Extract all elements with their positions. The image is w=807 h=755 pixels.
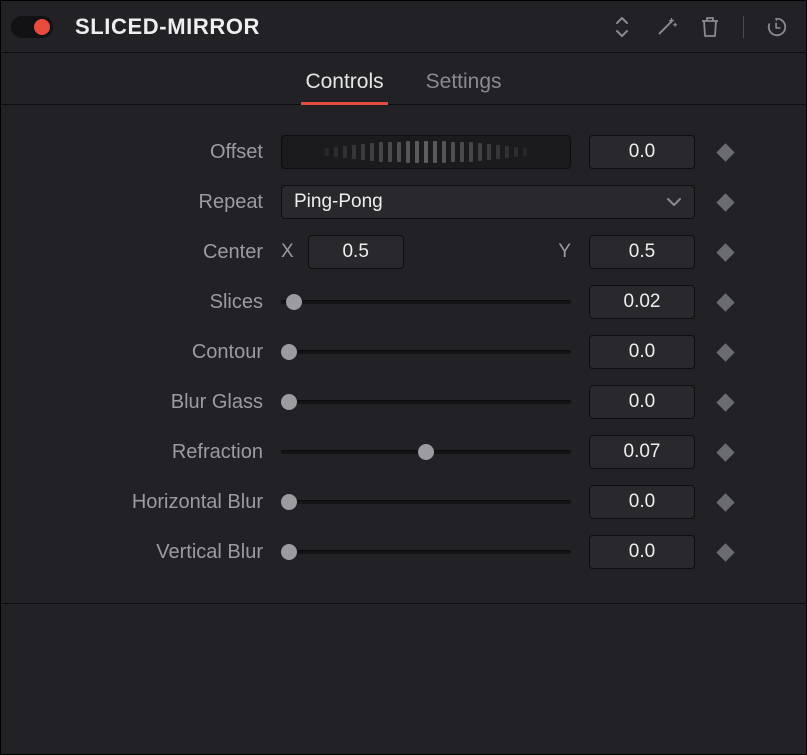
vertical-blur-value[interactable]: 0.0 — [589, 535, 695, 569]
row-contour: Contour 0.0 — [1, 327, 806, 377]
inspector-header: SLICED-MIRROR — [1, 1, 806, 53]
chevron-down-icon — [666, 197, 682, 207]
row-refraction: Refraction 0.07 — [1, 427, 806, 477]
slices-label: Slices — [1, 291, 281, 314]
center-y-value[interactable]: 0.5 — [589, 235, 695, 269]
contour-slider[interactable] — [281, 342, 571, 362]
horizontal-blur-value[interactable]: 0.0 — [589, 485, 695, 519]
vertical-blur-slider[interactable] — [281, 542, 571, 562]
reset-icon[interactable] — [766, 16, 788, 38]
contour-label: Contour — [1, 341, 281, 364]
row-vertical-blur: Vertical Blur 0.0 — [1, 527, 806, 577]
horizontal-blur-slider[interactable] — [281, 492, 571, 512]
slices-slider[interactable] — [281, 292, 571, 312]
repeat-select[interactable]: Ping-Pong — [281, 185, 695, 219]
blur-glass-keyframe-icon[interactable] — [716, 393, 734, 411]
vertical-blur-keyframe-icon[interactable] — [716, 543, 734, 561]
contour-value[interactable]: 0.0 — [589, 335, 695, 369]
enable-toggle[interactable] — [11, 16, 53, 38]
offset-keyframe-icon[interactable] — [716, 143, 734, 161]
tabs-bar: Controls Settings — [1, 53, 806, 105]
repeat-select-value: Ping-Pong — [294, 191, 383, 213]
offset-value[interactable]: 0.0 — [589, 135, 695, 169]
repeat-keyframe-icon[interactable] — [716, 193, 734, 211]
center-y-label: Y — [558, 241, 571, 263]
refraction-value[interactable]: 0.07 — [589, 435, 695, 469]
horizontal-blur-label: Horizontal Blur — [1, 491, 281, 514]
center-x-value[interactable]: 0.5 — [308, 235, 404, 269]
refraction-keyframe-icon[interactable] — [716, 443, 734, 461]
slices-value[interactable]: 0.02 — [589, 285, 695, 319]
vertical-blur-label: Vertical Blur — [1, 541, 281, 564]
magic-wand-icon[interactable] — [655, 16, 677, 38]
row-slices: Slices 0.02 — [1, 277, 806, 327]
row-horizontal-blur: Horizontal Blur 0.0 — [1, 477, 806, 527]
controls-panel: Offset 0.0 Repeat Ping-Pong Center X 0.5 — [1, 105, 806, 604]
versions-icon[interactable] — [611, 16, 633, 38]
center-keyframe-icon[interactable] — [716, 243, 734, 261]
row-center: Center X 0.5 Y 0.5 — [1, 227, 806, 277]
node-title: SLICED-MIRROR — [75, 14, 611, 40]
refraction-slider[interactable] — [281, 442, 571, 462]
row-offset: Offset 0.0 — [1, 127, 806, 177]
slices-keyframe-icon[interactable] — [716, 293, 734, 311]
repeat-label: Repeat — [1, 191, 281, 214]
contour-keyframe-icon[interactable] — [716, 343, 734, 361]
blur-glass-slider[interactable] — [281, 392, 571, 412]
blur-glass-label: Blur Glass — [1, 391, 281, 414]
tab-settings[interactable]: Settings — [426, 70, 502, 104]
center-x-label: X — [281, 241, 294, 263]
offset-scrub-wheel[interactable] — [281, 135, 571, 169]
refraction-label: Refraction — [1, 441, 281, 464]
center-label: Center — [1, 241, 281, 264]
header-divider — [743, 16, 744, 38]
offset-label: Offset — [1, 141, 281, 164]
blur-glass-value[interactable]: 0.0 — [589, 385, 695, 419]
trash-icon[interactable] — [699, 16, 721, 38]
toggle-knob — [34, 19, 50, 35]
row-blur-glass: Blur Glass 0.0 — [1, 377, 806, 427]
header-actions — [611, 16, 788, 38]
horizontal-blur-keyframe-icon[interactable] — [716, 493, 734, 511]
row-repeat: Repeat Ping-Pong — [1, 177, 806, 227]
tab-controls[interactable]: Controls — [305, 70, 383, 104]
